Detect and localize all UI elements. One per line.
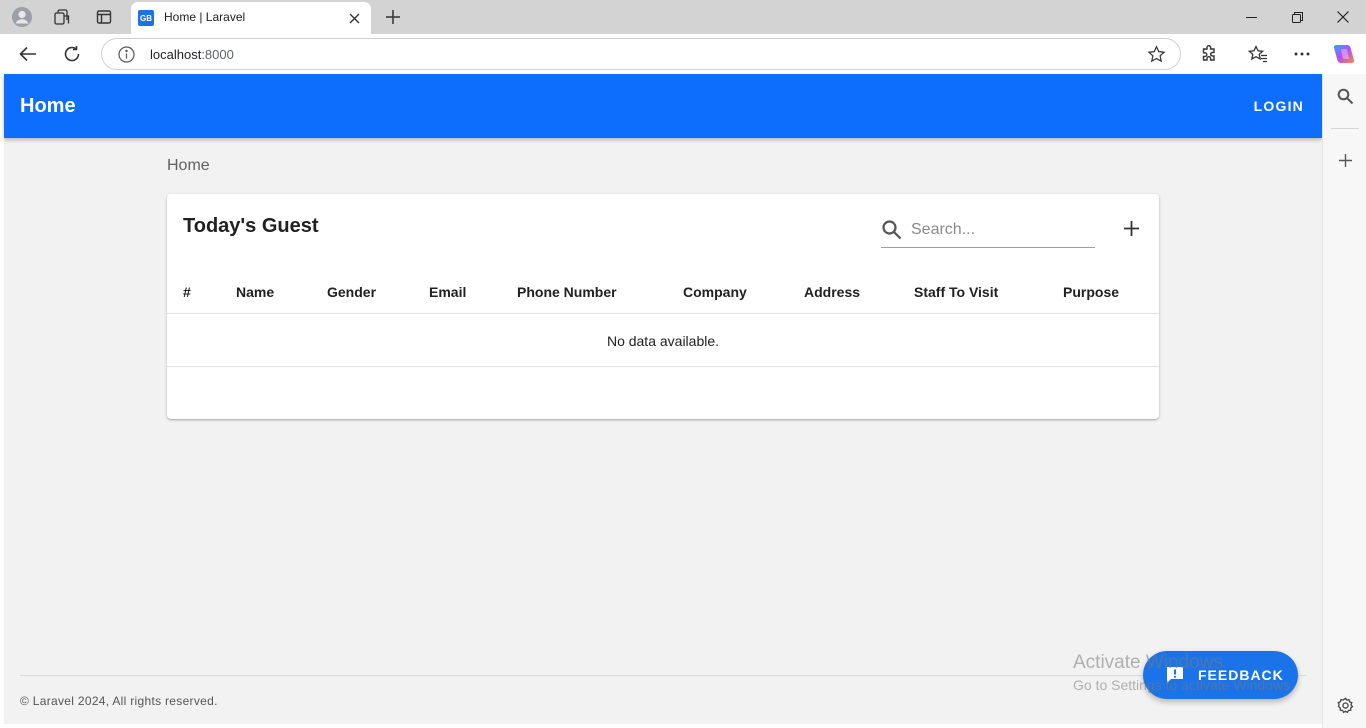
search-input[interactable]: [911, 219, 1091, 241]
copilot-icon[interactable]: [1330, 40, 1358, 68]
browser-side-pane: [1322, 74, 1366, 728]
star-icon[interactable]: [1147, 45, 1166, 64]
address-bar[interactable]: localhost:8000: [101, 38, 1181, 70]
card-title: Today's Guest: [183, 215, 319, 237]
minimize-icon[interactable]: [1228, 0, 1274, 34]
refresh-icon[interactable]: [58, 40, 86, 68]
tab-title: Home | Laravel: [164, 10, 246, 24]
column-header[interactable]: Address: [804, 284, 860, 300]
search-icon[interactable]: [1334, 85, 1356, 107]
column-header[interactable]: Purpose: [1063, 284, 1119, 300]
browser-toolbar: localhost:8000: [0, 34, 1366, 74]
search-icon: [881, 219, 903, 241]
add-guest-button[interactable]: [1119, 216, 1143, 240]
column-header[interactable]: Company: [683, 284, 747, 300]
address-url: localhost:8000: [150, 47, 234, 62]
breadcrumb: Home: [167, 157, 210, 174]
footer-copyright: © Laravel 2024, All rights reserved.: [20, 694, 218, 708]
app-bar: Home LOGIN: [4, 74, 1322, 138]
column-header[interactable]: Name: [236, 284, 274, 300]
app-brand[interactable]: Home: [20, 95, 76, 118]
url-port: :8000: [201, 47, 234, 62]
url-host: localhost: [150, 47, 202, 62]
extensions-icon[interactable]: [1195, 40, 1223, 68]
workspaces-icon[interactable]: [50, 5, 74, 29]
feedback-button[interactable]: FEEDBACK: [1143, 651, 1298, 699]
table-header: # Name Gender Email Phone Number Company…: [167, 266, 1159, 314]
plus-icon[interactable]: [381, 5, 405, 29]
side-pane-divider: [1331, 128, 1359, 129]
empty-table-message: No data available.: [167, 315, 1159, 367]
close-icon[interactable]: [1320, 0, 1366, 34]
guest-card: Today's Guest # Name Gender Email Phone …: [167, 194, 1159, 419]
column-header[interactable]: Email: [429, 284, 466, 300]
column-header[interactable]: Staff To Visit: [914, 284, 998, 300]
browser-tab-strip: GB Home | Laravel: [0, 0, 1366, 34]
column-header[interactable]: Gender: [327, 284, 376, 300]
footer-divider: [20, 675, 1306, 676]
tab-favicon: GB: [138, 10, 154, 26]
favorites-icon[interactable]: [1244, 40, 1272, 68]
plus-icon[interactable]: [1334, 149, 1356, 171]
feedback-label: FEEDBACK: [1198, 667, 1284, 683]
active-tab[interactable]: GB Home | Laravel: [131, 2, 371, 34]
back-icon[interactable]: [14, 40, 42, 68]
search-field[interactable]: [881, 214, 1095, 248]
close-icon[interactable]: [345, 9, 363, 27]
feedback-icon: [1164, 664, 1186, 686]
column-header[interactable]: #: [183, 284, 191, 300]
restore-icon[interactable]: [1274, 0, 1320, 34]
column-header[interactable]: Phone Number: [517, 284, 617, 300]
page-viewport: Home LOGIN Home Today's Guest # Name Gen…: [4, 74, 1322, 724]
settings-icon[interactable]: [1334, 694, 1356, 716]
profile-icon[interactable]: [10, 5, 34, 29]
login-button[interactable]: LOGIN: [1254, 98, 1304, 114]
more-icon[interactable]: [1288, 40, 1316, 68]
plus-icon: [1123, 220, 1139, 236]
tab-actions-icon[interactable]: [92, 5, 116, 29]
info-icon[interactable]: [118, 46, 135, 63]
